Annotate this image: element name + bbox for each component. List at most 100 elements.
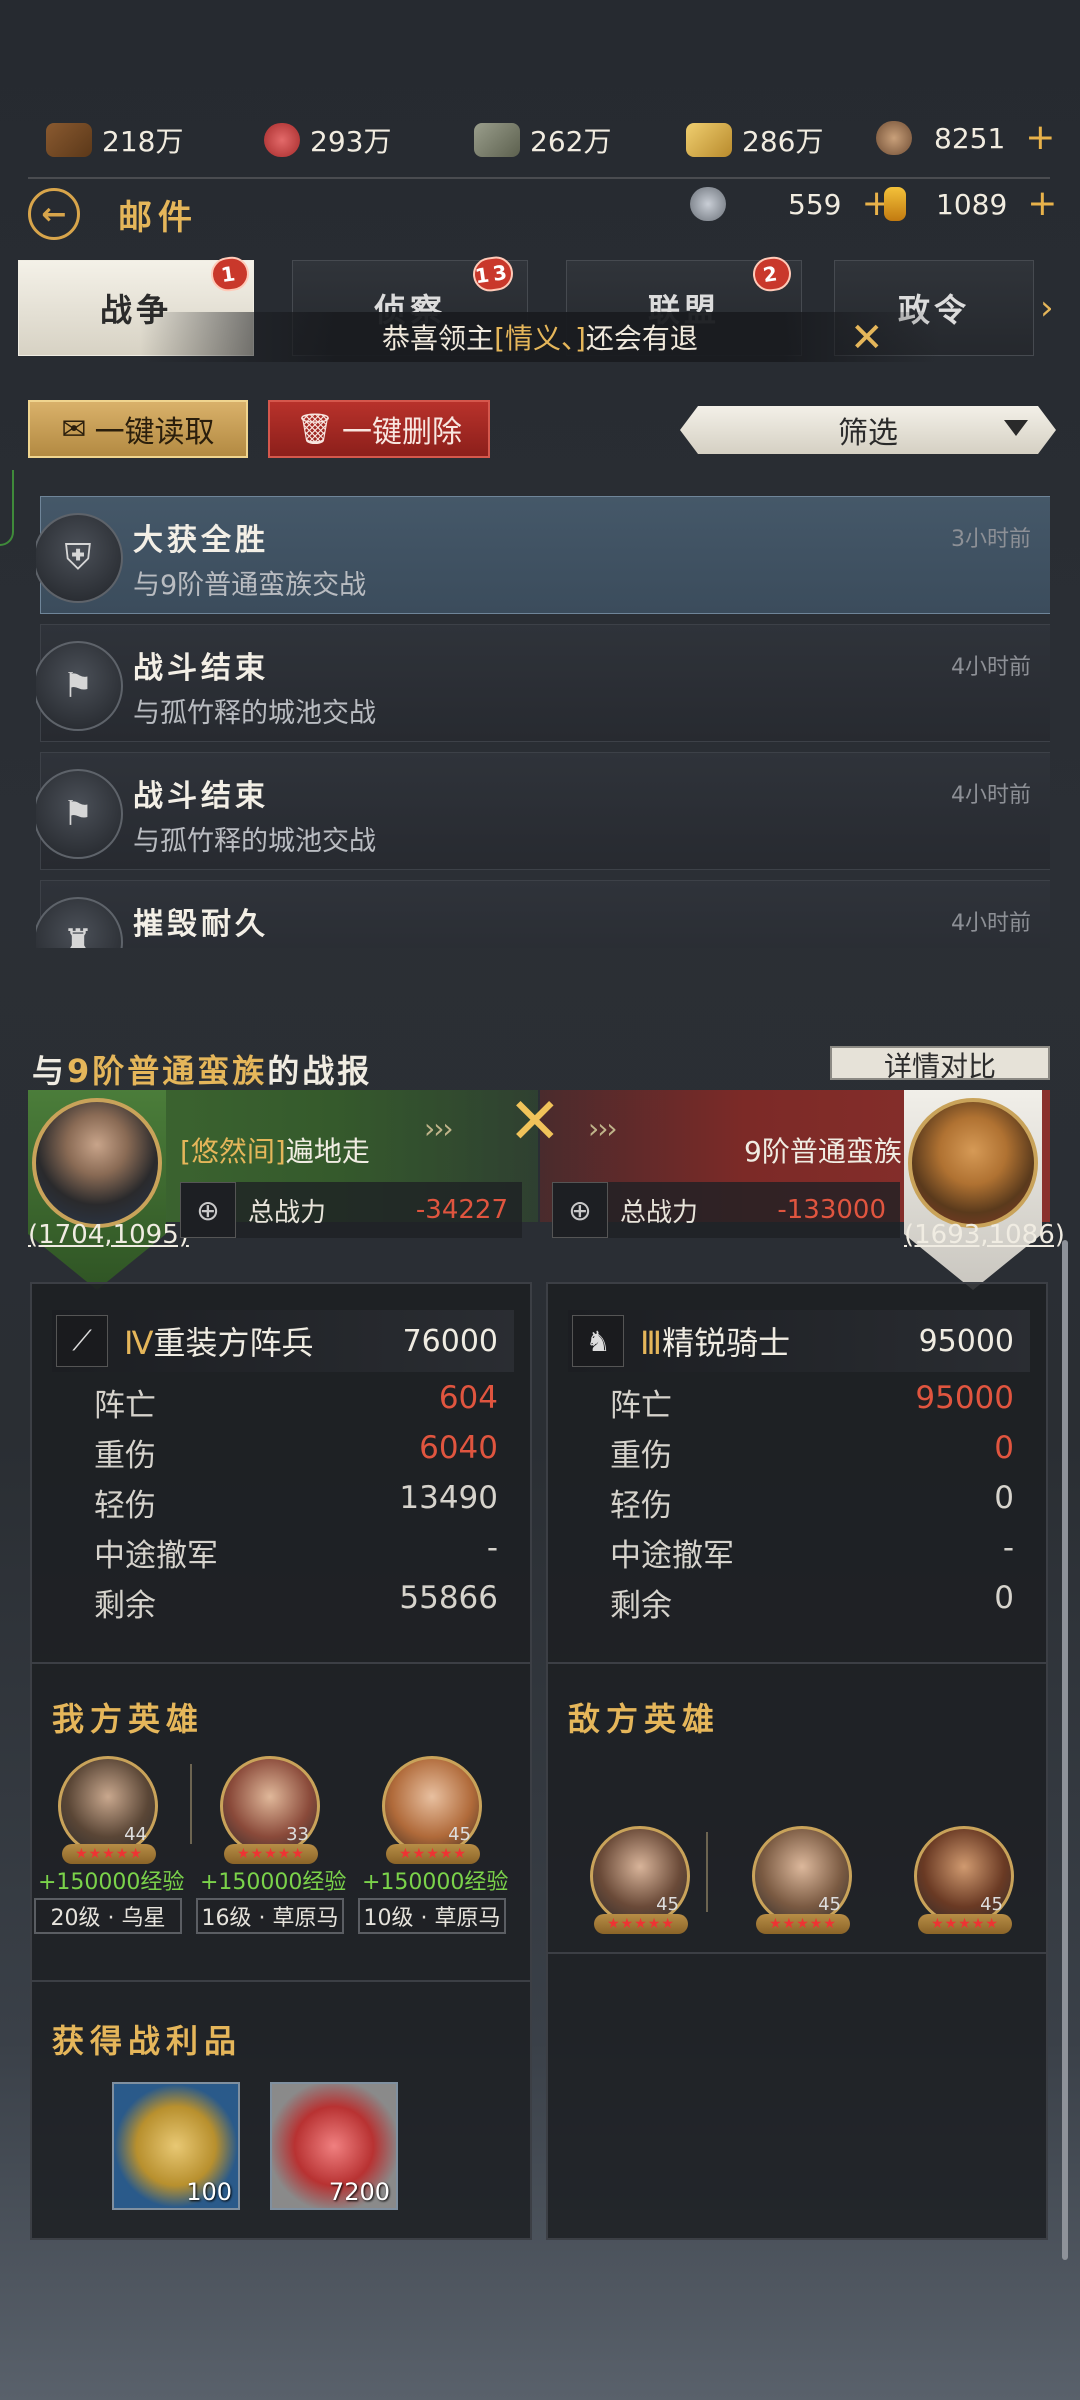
mail-list[interactable]: ⛨ 大获全胜 与9阶普通蛮族交战 3小时前 ⚑ 战斗结束 与孤竹释的城池交战 4… (36, 478, 1050, 948)
tab-badge: 1 (208, 254, 252, 294)
mail-item[interactable]: ⛨ 大获全胜 与9阶普通蛮族交战 3小时前 (36, 496, 1050, 614)
divider (706, 1832, 708, 1912)
stat-row: 重伤 0 (610, 1430, 1014, 1474)
star-rating: ★★★★★ (918, 1914, 1012, 1934)
filter-dropdown[interactable]: 筛选 (680, 406, 1056, 454)
resource-gold: 286万 (686, 120, 823, 160)
my-report-panel: ⟋ Ⅳ重装方阵兵 76000 阵亡 604 重伤 6040 轻伤 13490 中途撤军… (30, 1282, 532, 2240)
enemy-report-panel: ♞ Ⅲ精锐骑士 95000 阵亡 95000 重伤 0 轻伤 0 中途撤军 - 剩余 0 … (546, 1282, 1048, 2240)
hero-avatar[interactable]: 45 (914, 1826, 1014, 1926)
tab-badge: 2 (750, 254, 794, 294)
hero-avatar[interactable]: 33 (220, 1756, 320, 1856)
coin-icon (876, 121, 912, 155)
mail-item[interactable]: ⚑ 战斗结束 与孤竹释的城池交战 4小时前 (36, 752, 1050, 870)
hero-avatar[interactable]: 45 (752, 1826, 852, 1926)
enemy-avatar[interactable] (908, 1098, 1038, 1228)
list-accent (0, 470, 14, 546)
star-rating: ★★★★★ (224, 1844, 318, 1864)
enemy-heroes-title: 敌方英雄 (568, 1700, 721, 1738)
stat-row: 阵亡 604 (94, 1380, 498, 1424)
currency-silver[interactable]: 559 + (690, 186, 892, 222)
arrows-icon: ››› (588, 1112, 618, 1145)
resource-coin[interactable]: 8251 + (876, 120, 1055, 156)
back-button[interactable]: ← (28, 188, 80, 240)
stat-row: 中途撤军 - (610, 1530, 1014, 1574)
scrollbar[interactable] (1062, 1240, 1068, 2260)
report-title: 与9阶普通蛮族的战报 (32, 1052, 373, 1090)
gold-feather-icon (884, 187, 906, 221)
soldier-badge: 16级 · 草原马 (196, 1898, 344, 1934)
meat-icon (264, 123, 300, 157)
my-coordinates[interactable]: (1704,1095) (28, 1220, 189, 1250)
close-icon[interactable]: ✕ (850, 318, 884, 358)
resource-meat: 293万 (264, 120, 391, 160)
crossed-swords-icon: ✕ (508, 1085, 562, 1159)
divider (190, 1764, 192, 1844)
page-title: 邮件 (118, 198, 198, 238)
star-rating: ★★★★★ (756, 1914, 850, 1934)
stat-row: 阵亡 95000 (610, 1380, 1014, 1424)
chevron-right-icon[interactable]: › (1040, 288, 1054, 328)
flag-icon: ⚑ (36, 769, 123, 859)
star-rating: ★★★★★ (62, 1844, 156, 1864)
envelope-icon: ✉ (61, 411, 87, 447)
enemy-coordinates[interactable]: (1693,1086) (904, 1220, 1065, 1250)
chevron-down-icon (1004, 420, 1028, 436)
mail-item[interactable]: ⚑ 战斗结束 与孤竹释的城池交战 4小时前 (36, 624, 1050, 742)
delete-all-button[interactable]: 🗑 一键删除 (268, 400, 490, 458)
my-power: ⊕ 总战力 -34227 (180, 1182, 522, 1238)
add-gold-plus-icon[interactable]: + (1027, 186, 1057, 222)
resource-wood: 218万 (46, 120, 183, 160)
gold-medal-icon[interactable]: 100 (112, 2082, 240, 2210)
loot-title: 获得战利品 (52, 2022, 243, 2060)
stat-row: 重伤 6040 (94, 1430, 498, 1474)
stone-icon (474, 123, 520, 157)
stat-row: 剩余 0 (610, 1580, 1014, 1624)
hero-avatar[interactable]: 45 (590, 1826, 690, 1926)
wood-icon (46, 123, 92, 157)
add-coin-plus-icon[interactable]: + (1025, 120, 1055, 156)
soldier-badge: 20级 · 乌星 (34, 1898, 182, 1934)
divider (28, 177, 1050, 179)
stat-row: 轻伤 13490 (94, 1480, 498, 1524)
mail-item[interactable]: ♜ 摧毁耐久 4小时前 (36, 880, 1050, 948)
my-avatar[interactable] (32, 1098, 162, 1228)
soldier-badge: 10级 · 草原马 (358, 1898, 506, 1934)
enemy-unit-header: ♞ Ⅲ精锐骑士 95000 (568, 1310, 1030, 1372)
tab-badge: 13 (470, 254, 516, 294)
gold-bar-icon (686, 123, 732, 157)
my-player-name: [悠然间]遍地走 (180, 1135, 370, 1168)
flag-icon: ⚑ (36, 641, 123, 731)
star-rating: ★★★★★ (594, 1914, 688, 1934)
divider (32, 1662, 530, 1664)
horse-icon: ♞ (572, 1315, 624, 1367)
castle-icon: ♜ (36, 897, 123, 948)
meat-icon[interactable]: 7200 (270, 2082, 398, 2210)
enemy-name: 9阶普通蛮族 (744, 1135, 902, 1168)
notification-toast: 恭喜领主 [情义、] 还会有退 (140, 312, 940, 362)
resource-stone: 262万 (474, 120, 611, 160)
detail-compare-button[interactable]: 详情对比 (830, 1046, 1050, 1080)
stat-row: 剩余 55866 (94, 1580, 498, 1624)
silver-token-icon (690, 187, 726, 221)
shield-icon: ⛨ (36, 513, 123, 603)
stat-row: 轻伤 0 (610, 1480, 1014, 1524)
divider (548, 1662, 1046, 1664)
my-heroes-title: 我方英雄 (52, 1700, 205, 1738)
read-all-button[interactable]: ✉ 一键读取 (28, 400, 248, 458)
trash-icon: 🗑 (295, 411, 335, 447)
enemy-power: ⊕ 总战力 -133000 (552, 1182, 900, 1238)
currency-gold[interactable]: 1089 + (884, 186, 1057, 222)
hero-avatar[interactable]: 45 (382, 1756, 482, 1856)
hero-avatar[interactable]: 44 (58, 1756, 158, 1856)
divider (32, 1980, 530, 1982)
star-rating: ★★★★★ (386, 1844, 480, 1864)
stat-row: 中途撤军 - (94, 1530, 498, 1574)
spear-icon: ⟋ (56, 1315, 108, 1367)
power-icon: ⊕ (552, 1182, 608, 1238)
power-icon: ⊕ (180, 1182, 236, 1238)
arrows-icon: ››› (424, 1112, 454, 1145)
divider (548, 1952, 1046, 1954)
arrow-left-icon: ← (41, 196, 67, 232)
my-unit-header: ⟋ Ⅳ重装方阵兵 76000 (52, 1310, 514, 1372)
